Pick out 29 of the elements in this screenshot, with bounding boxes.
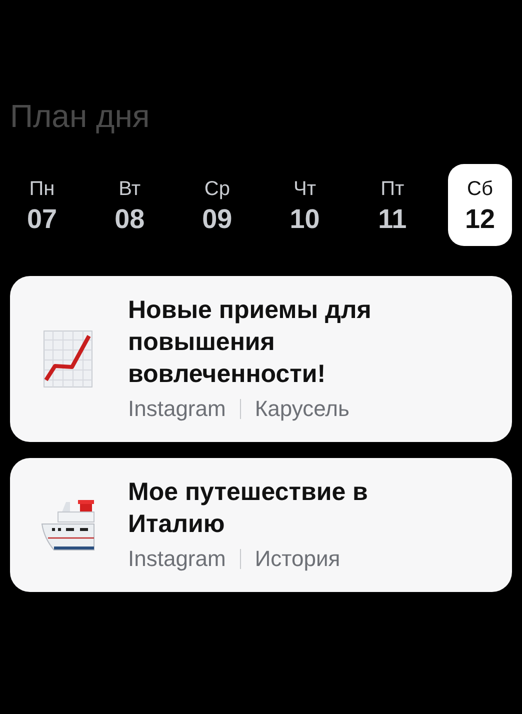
- post-card[interactable]: Новые приемы для повышения вовлеченности! Instagram Карусель: [10, 276, 512, 442]
- date-number: 09: [202, 203, 232, 236]
- chart-icon: [43, 330, 93, 388]
- weekday-label: Вт: [118, 177, 141, 202]
- page-title: План дня: [10, 97, 151, 136]
- date-number: 11: [378, 203, 407, 236]
- post-title: Мое путешествие в Италию: [128, 477, 369, 540]
- weekday-label: Пт: [380, 177, 404, 202]
- platform-label: Instagram: [128, 395, 226, 423]
- day-tab[interactable]: Ср 09: [185, 164, 250, 246]
- date-number: 08: [114, 203, 145, 236]
- day-tab[interactable]: Сб 12: [448, 164, 512, 246]
- day-tab[interactable]: Чт 10: [272, 164, 337, 246]
- weekday-label: Сб: [467, 177, 493, 202]
- format-label: Карусель: [254, 395, 350, 423]
- weekday-label: Пн: [29, 177, 55, 202]
- platform-label: Instagram: [128, 545, 226, 573]
- day-tab[interactable]: Пт 11: [360, 164, 424, 246]
- post-card[interactable]: Мое путешествие в Италию Instagram История: [10, 458, 512, 592]
- day-tab[interactable]: Вт 08: [98, 164, 162, 246]
- post-title: Новые приемы для повышения вовлеченности!: [128, 295, 372, 390]
- date-number: 12: [464, 203, 495, 236]
- date-number: 07: [26, 203, 58, 236]
- date-number: 10: [290, 203, 320, 236]
- weekday-label: Чт: [294, 177, 316, 202]
- day-tab[interactable]: Пн 07: [10, 164, 74, 246]
- ship-icon: [40, 498, 96, 552]
- weekday-label: Ср: [204, 177, 230, 202]
- format-label: История: [254, 545, 340, 573]
